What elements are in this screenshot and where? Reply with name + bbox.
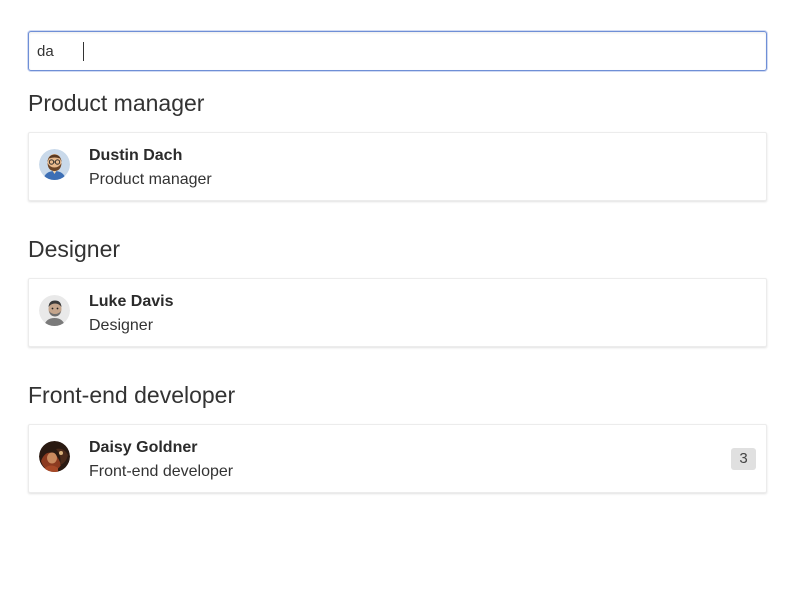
- group-title-front-end-developer: Front-end developer: [28, 382, 236, 408]
- person-name: Dustin Dach: [89, 147, 183, 164]
- count-badge: 3: [731, 448, 756, 470]
- person-card-daisy-goldner[interactable]: Daisy Goldner Front-end developer 3: [28, 424, 767, 493]
- person-name: Luke Davis: [89, 293, 174, 310]
- person-role: Product manager: [89, 171, 212, 188]
- man-photo-avatar-icon: [39, 295, 70, 326]
- woman-photo-avatar-icon: [39, 441, 70, 472]
- person-card-dustin-dach[interactable]: Dustin Dach Product manager: [28, 132, 767, 201]
- person-card-luke-davis[interactable]: Luke Davis Designer: [28, 278, 767, 347]
- search-box[interactable]: [28, 31, 767, 71]
- people-search-page: Product manager Dustin Dach Product mana…: [0, 0, 794, 596]
- group-title-designer: Designer: [28, 236, 121, 262]
- person-name: Daisy Goldner: [89, 439, 198, 456]
- person-role: Designer: [89, 317, 154, 334]
- search-input[interactable]: [29, 32, 766, 70]
- person-role: Front-end developer: [89, 463, 234, 480]
- bearded-man-glasses-avatar-icon: [39, 149, 70, 180]
- group-title-product-manager: Product manager: [28, 90, 205, 116]
- text-caret: [83, 42, 84, 61]
